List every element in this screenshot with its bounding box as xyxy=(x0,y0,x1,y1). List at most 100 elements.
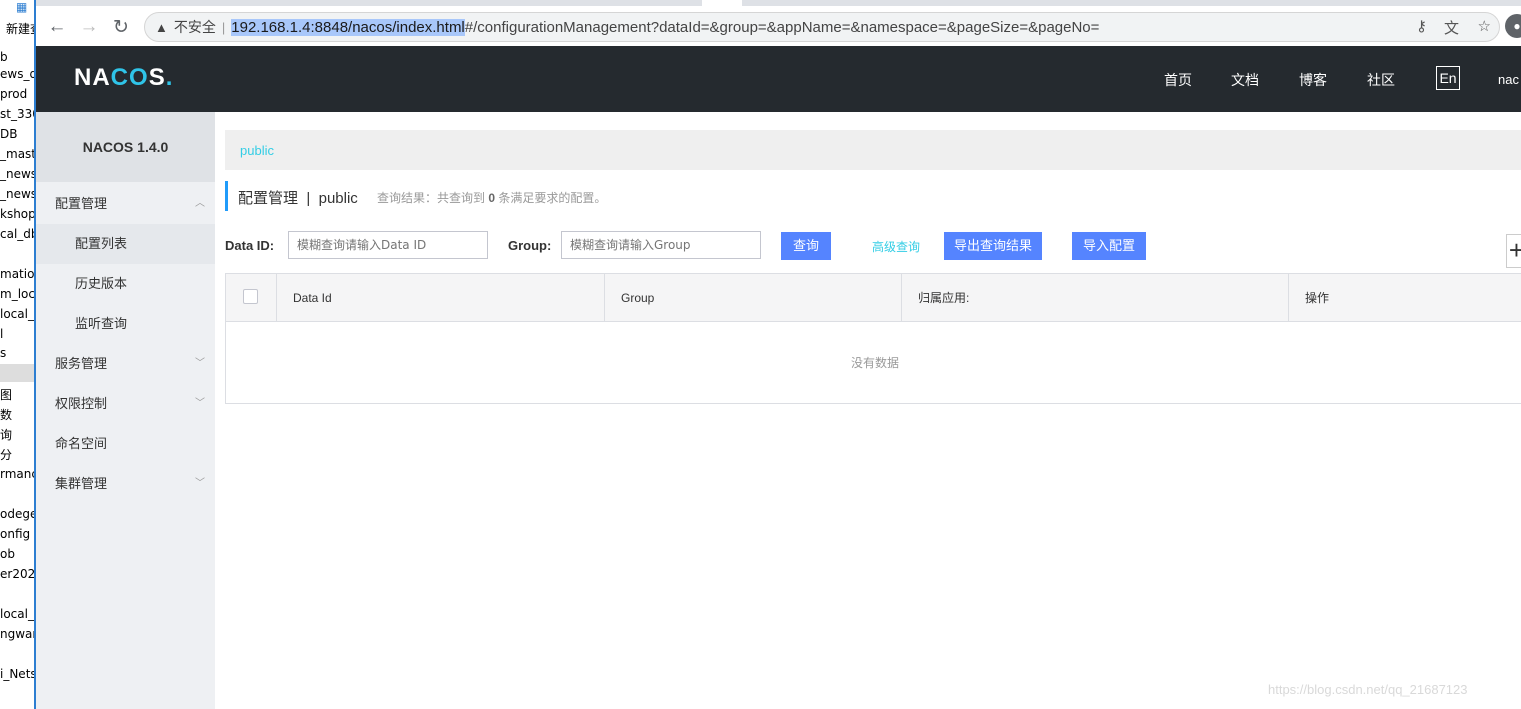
bg-list-item: ngwar xyxy=(0,627,36,641)
bg-list-item: ews_d xyxy=(0,67,36,81)
data-id-input[interactable] xyxy=(288,231,488,259)
bg-list-item: l xyxy=(0,327,4,341)
sidebar-item-label: 服务管理 xyxy=(55,356,108,371)
key-icon[interactable]: ⚷ xyxy=(1416,17,1427,35)
bg-list-item: odege xyxy=(0,507,36,521)
bg-list-item: b xyxy=(0,50,8,64)
bg-list-item: kshop xyxy=(0,207,36,221)
config-table: Data Id Group 归属应用: 操作 没有数据 xyxy=(225,273,1521,404)
chevron-down-icon: ﹀ xyxy=(195,358,205,369)
bg-list-item: prod xyxy=(0,87,28,101)
sidebar-item-namespace[interactable]: 命名空间 xyxy=(36,424,215,464)
bg-list-item: onfig xyxy=(0,527,31,541)
sidebar-item-history[interactable]: 历史版本 xyxy=(36,264,215,304)
version-label: NACOS 1.4.0 xyxy=(36,112,215,182)
background-selected-row xyxy=(0,364,34,382)
chevron-up-icon: ︿ xyxy=(195,198,205,209)
import-config-button[interactable]: 导入配置 xyxy=(1072,232,1146,260)
bg-list-item: local_c xyxy=(0,307,34,321)
forward-icon[interactable]: → xyxy=(76,14,102,40)
bg-list-item: _news xyxy=(0,167,36,181)
address-bar[interactable]: ▲ 不安全 | 192.168.1.4:8848/nacos/index.htm… xyxy=(144,12,1500,42)
nacos-header: NACOS. 首页 文档 博客 社区 En nac xyxy=(36,46,1521,112)
sidebar-item-label: 配置管理 xyxy=(55,196,108,211)
add-config-button[interactable]: + xyxy=(1506,234,1521,268)
namespace-bar: public xyxy=(225,130,1521,170)
group-label: Group: xyxy=(508,238,552,253)
advanced-search-link[interactable]: 高级查询 xyxy=(872,238,920,255)
url-host[interactable]: 192.168.1.4:8848/nacos/index.html xyxy=(231,18,465,36)
star-icon[interactable]: ☆ xyxy=(1478,17,1491,35)
bg-list-item: _news xyxy=(0,187,36,201)
main-content: public 配置管理 | public 查询结果：共查询到 0 条满足要求的配… xyxy=(215,112,1521,709)
bg-list-item: local_c xyxy=(0,607,34,621)
bg-list-item: er2020 xyxy=(0,567,36,581)
bg-list-item: mation xyxy=(0,267,35,281)
data-id-label: Data ID: xyxy=(225,238,275,253)
query-result-summary: 查询结果：共查询到 0 条满足要求的配置。 xyxy=(377,191,607,205)
select-all-checkbox[interactable] xyxy=(243,289,258,304)
column-header-actions: 操作 xyxy=(1288,274,1521,322)
insecure-label[interactable]: 不安全 xyxy=(174,17,216,37)
bg-list-item: 数 xyxy=(0,408,13,422)
bg-list-item: s xyxy=(0,346,7,360)
column-header-app: 归属应用: xyxy=(901,274,1288,322)
user-menu[interactable]: nac xyxy=(1498,72,1519,87)
table-empty-message: 没有数据 xyxy=(850,356,899,370)
bg-list-item: DB xyxy=(0,127,18,141)
sidebar-item-label: 配置列表 xyxy=(75,236,128,251)
watermark: https://blog.csdn.net/qq_21687123 xyxy=(1268,682,1468,697)
warning-icon[interactable]: ▲ xyxy=(155,20,168,35)
bg-list-item: rmanc xyxy=(0,467,36,481)
chevron-down-icon: ﹀ xyxy=(195,398,205,409)
sidebar-item-config-list[interactable]: 配置列表 xyxy=(36,224,215,264)
sidebar-item-label: 集群管理 xyxy=(55,476,108,491)
bg-list-item: m_loc xyxy=(0,287,35,301)
column-header-group: Group xyxy=(604,274,901,322)
bg-list-item: 图 xyxy=(0,388,13,402)
bg-list-item: 询 xyxy=(0,428,13,442)
chevron-down-icon: ﹀ xyxy=(195,478,205,489)
sidebar-item-cluster-management[interactable]: 集群管理 ﹀ xyxy=(36,464,215,504)
sidebar: NACOS 1.4.0 配置管理 ︿ 配置列表 历史版本 监听查询 服务管理 ﹀… xyxy=(36,112,215,709)
browser-toolbar: ← → ↻ ▲ 不安全 | 192.168.1.4:8848/nacos/ind… xyxy=(36,0,1521,46)
background-window-list: ▦ b 新建查 ews_d prod st_330 DB _maste _new… xyxy=(0,0,36,709)
bg-list-item: ob xyxy=(0,547,15,561)
bg-list-item: _maste xyxy=(0,147,36,161)
column-header-data-id: Data Id xyxy=(276,274,604,322)
url-path[interactable]: #/configurationManagement?dataId=&group=… xyxy=(465,19,1100,36)
export-results-button[interactable]: 导出查询结果 xyxy=(944,232,1042,260)
page-title: 配置管理 | public 查询结果：共查询到 0 条满足要求的配置。 xyxy=(225,181,606,211)
table-icon: ▦ xyxy=(16,0,28,14)
namespace-public-link[interactable]: public xyxy=(240,143,274,158)
bg-list-item: 分 xyxy=(0,448,13,462)
bg-list-item: st_330 xyxy=(0,107,36,121)
nav-blog-link[interactable]: 博客 xyxy=(1299,70,1327,90)
group-input[interactable] xyxy=(561,231,761,259)
profile-icon[interactable]: ● xyxy=(1505,14,1521,38)
bg-list-item: cal_db xyxy=(0,227,36,241)
nav-community-link[interactable]: 社区 xyxy=(1367,70,1395,90)
nav-docs-link[interactable]: 文档 xyxy=(1231,70,1259,90)
nav-home-link[interactable]: 首页 xyxy=(1164,70,1192,90)
sidebar-item-access-control[interactable]: 权限控制 ﹀ xyxy=(36,384,215,424)
sidebar-item-config-management[interactable]: 配置管理 ︿ xyxy=(36,184,215,224)
language-switch-button[interactable]: En xyxy=(1436,66,1460,90)
active-tab-edge xyxy=(702,0,742,6)
page-title-text: 配置管理 | public xyxy=(238,190,358,207)
address-separator: | xyxy=(221,19,226,35)
reload-icon[interactable]: ↻ xyxy=(108,14,134,40)
back-icon[interactable]: ← xyxy=(44,14,70,40)
tab-strip xyxy=(36,0,1521,6)
search-button[interactable]: 查询 xyxy=(781,232,831,260)
sidebar-item-label: 命名空间 xyxy=(55,436,108,451)
bg-list-item: 新建查 xyxy=(6,22,34,36)
sidebar-item-label: 监听查询 xyxy=(75,316,128,331)
sidebar-item-listener-query[interactable]: 监听查询 xyxy=(36,304,215,344)
bg-list-item: i_Nets xyxy=(0,667,36,681)
sidebar-item-label: 历史版本 xyxy=(75,276,128,291)
translate-icon[interactable]: 文 xyxy=(1444,17,1459,38)
nacos-logo[interactable]: NACOS. xyxy=(74,64,173,92)
table-header: Data Id Group 归属应用: 操作 xyxy=(226,274,1521,322)
sidebar-item-service-management[interactable]: 服务管理 ﹀ xyxy=(36,344,215,384)
